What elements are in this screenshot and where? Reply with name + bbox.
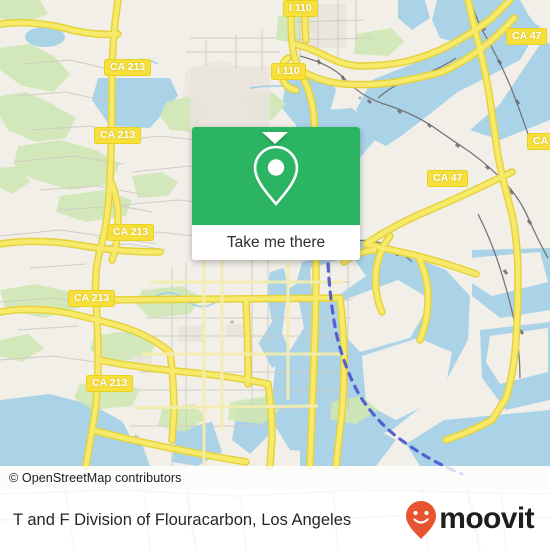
highway-shield: I 110 [271, 63, 306, 80]
highway-shield: CA 213 [94, 127, 142, 144]
highway-shield: CA 47 [427, 170, 469, 187]
highway-shield: CA 213 [68, 290, 116, 307]
moovit-wordmark: moovit [439, 502, 534, 535]
highway-shield: CA 47 [506, 28, 548, 45]
place-title-text: T and F Division of Flouracarbon, Los An… [13, 510, 352, 529]
moovit-logo[interactable]: moovit [404, 490, 535, 550]
attribution-text: © OpenStreetMap contributors [9, 471, 182, 485]
moovit-smiley-pin-icon [406, 501, 437, 539]
highway-shield: I 110 [283, 0, 318, 17]
map-attribution[interactable]: © OpenStreetMap contributors [0, 466, 550, 490]
highway-shield: CA 213 [86, 375, 134, 392]
highway-shield: CA 4 [527, 133, 550, 150]
take-me-there-button[interactable]: Take me there [192, 225, 360, 260]
place-title: T and F Division of Flouracarbon, Los An… [13, 490, 351, 550]
highway-shield: CA 213 [107, 224, 155, 241]
map-screenshot-page: I 110 CA 47 CA 213 I 110 CA 213 CA 47 CA 4 CA 2… [0, 0, 550, 550]
map-pin-icon [253, 145, 299, 206]
footer-bar: T and F Division of Flouracarbon, Los An… [0, 490, 550, 550]
popup-tail-pointer [262, 132, 288, 144]
location-popup-card[interactable]: Take me there [192, 127, 360, 260]
highway-shield: CA 213 [104, 59, 152, 76]
take-me-there-label: Take me there [226, 233, 326, 251]
